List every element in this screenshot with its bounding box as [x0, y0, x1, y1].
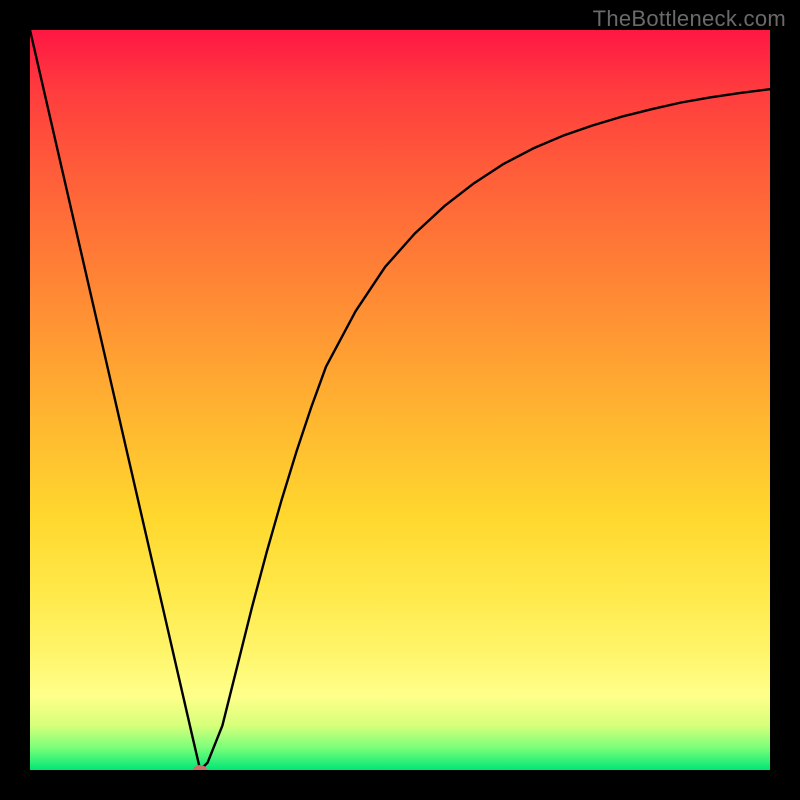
chart-frame: TheBottleneck.com [0, 0, 800, 800]
watermark-text: TheBottleneck.com [593, 6, 786, 32]
optimal-point-marker [193, 765, 207, 770]
bottleneck-curve [30, 30, 770, 770]
plot-area [30, 30, 770, 770]
